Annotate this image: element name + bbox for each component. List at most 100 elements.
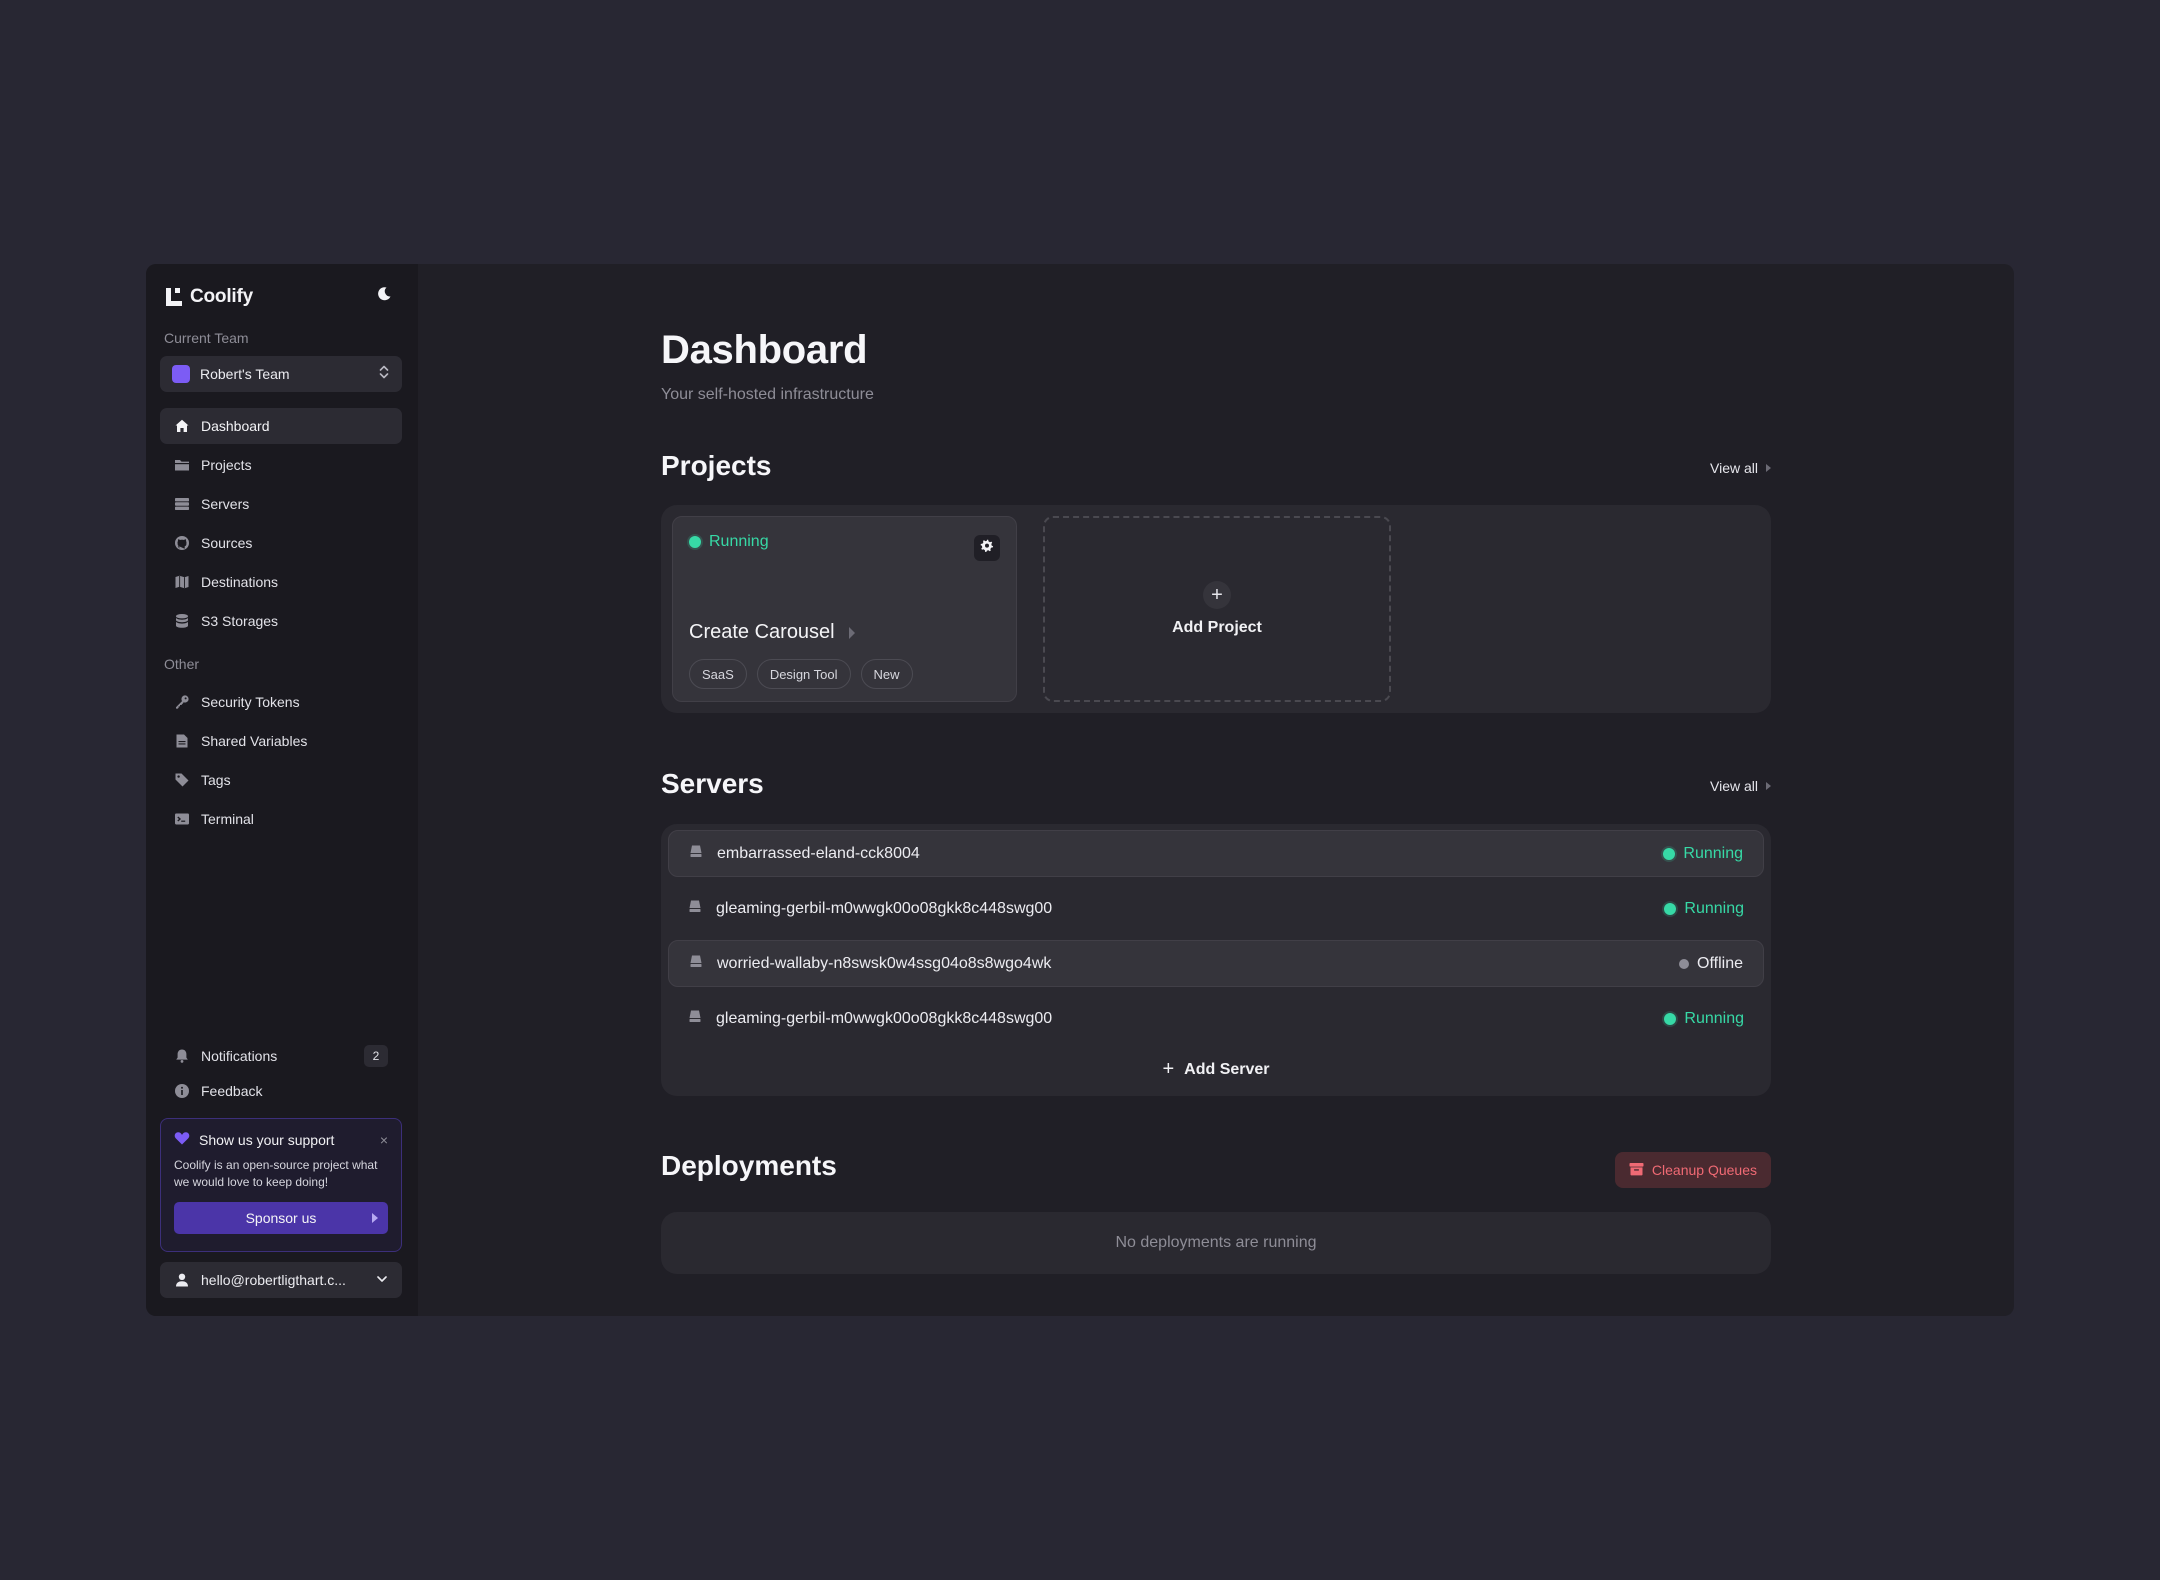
sidebar-item-tags[interactable]: Tags xyxy=(160,762,402,798)
server-row[interactable]: gleaming-gerbil-m0wwgk00o08gkk8c448swg00… xyxy=(668,885,1764,932)
theme-toggle-button[interactable] xyxy=(370,282,398,310)
sidebar-item-label: Terminal xyxy=(201,811,254,827)
notifications-count-badge: 2 xyxy=(364,1045,388,1067)
caret-right-icon xyxy=(1766,782,1771,790)
sidebar-item-label: Servers xyxy=(201,496,250,512)
servers-section-title: Servers xyxy=(661,768,764,799)
project-tag[interactable]: New xyxy=(860,659,913,689)
add-server-button[interactable]: + Add Server xyxy=(661,1058,1771,1081)
caret-right-icon xyxy=(1766,464,1771,472)
sidebar-item-label: Feedback xyxy=(201,1083,263,1099)
sidebar-item-label: Shared Variables xyxy=(201,733,308,749)
bell-icon xyxy=(174,1048,190,1064)
project-status: Running xyxy=(689,533,769,551)
sidebar: Coolify Current Team Robert's Team Dashb… xyxy=(146,264,418,1316)
sponsor-button[interactable]: Sponsor us xyxy=(174,1202,388,1234)
sidebar-item-s3-storages[interactable]: S3 Storages xyxy=(160,603,402,639)
brand[interactable]: Coolify xyxy=(166,286,253,308)
team-name: Robert's Team xyxy=(200,366,290,382)
sidebar-item-notifications[interactable]: Notifications 2 xyxy=(160,1038,402,1074)
page-subtitle: Your self-hosted infrastructure xyxy=(661,386,874,403)
add-project-button[interactable]: + Add Project xyxy=(1043,516,1391,702)
sidebar-item-servers[interactable]: Servers xyxy=(160,486,402,522)
info-icon xyxy=(174,1083,190,1099)
map-icon xyxy=(174,574,190,590)
gear-icon xyxy=(980,539,994,558)
server-status-label: Running xyxy=(1683,844,1743,862)
server-status: Running xyxy=(1664,1010,1744,1028)
server-row[interactable]: embarrassed-eland-cck8004 Running xyxy=(668,830,1764,877)
server-row[interactable]: worried-wallaby-n8swsk0w4ssg04o8s8wgo4wk… xyxy=(668,940,1764,987)
sidebar-item-destinations[interactable]: Destinations xyxy=(160,564,402,600)
status-dot-icon xyxy=(1663,847,1676,860)
caret-right-icon xyxy=(372,1213,378,1223)
folder-icon xyxy=(174,457,190,473)
bottom-nav: Notifications 2 Feedback xyxy=(160,1038,402,1112)
server-icon xyxy=(689,954,703,973)
project-name-label: Create Carousel xyxy=(689,621,835,643)
current-team-label: Current Team xyxy=(164,330,249,346)
app-window: Coolify Current Team Robert's Team Dashb… xyxy=(146,264,2014,1316)
plus-icon: + xyxy=(1162,1058,1175,1080)
sidebar-item-projects[interactable]: Projects xyxy=(160,447,402,483)
moon-icon xyxy=(376,286,392,307)
support-title: Show us your support xyxy=(199,1131,335,1148)
server-icon xyxy=(688,1009,702,1028)
status-dot-icon xyxy=(689,536,701,548)
servers-panel: embarrassed-eland-cck8004 Running gleami… xyxy=(661,824,1771,1096)
view-all-label: View all xyxy=(1710,460,1758,476)
project-name[interactable]: Create Carousel xyxy=(689,621,855,644)
project-settings-button[interactable] xyxy=(974,535,1000,561)
server-status-label: Running xyxy=(1684,899,1744,917)
file-icon xyxy=(174,733,190,749)
project-card[interactable]: Running Create Carousel SaaS Design Tool… xyxy=(672,516,1017,702)
server-row[interactable]: gleaming-gerbil-m0wwgk00o08gkk8c448swg00… xyxy=(668,995,1764,1042)
sidebar-item-label: Security Tokens xyxy=(201,694,300,710)
server-icon xyxy=(174,496,190,512)
chevron-up-down-icon xyxy=(378,364,390,385)
sidebar-item-sources[interactable]: Sources xyxy=(160,525,402,561)
project-tag[interactable]: Design Tool xyxy=(756,659,851,689)
add-project-label: Add Project xyxy=(1172,619,1262,636)
status-dot-icon xyxy=(1664,902,1677,915)
server-name: gleaming-gerbil-m0wwgk00o08gkk8c448swg00 xyxy=(716,1009,1053,1027)
server-status: Offline xyxy=(1679,955,1743,973)
project-tags: SaaS Design Tool New xyxy=(689,659,913,689)
database-icon xyxy=(174,613,190,629)
sidebar-item-terminal[interactable]: Terminal xyxy=(160,801,402,837)
server-status-label: Offline xyxy=(1697,954,1743,972)
team-selector[interactable]: Robert's Team xyxy=(160,356,402,392)
server-icon xyxy=(689,844,703,863)
project-status-label: Running xyxy=(709,533,769,550)
server-status: Running xyxy=(1664,900,1744,918)
plus-icon: + xyxy=(1203,581,1231,609)
add-server-label: Add Server xyxy=(1184,1060,1270,1078)
heart-icon xyxy=(174,1131,190,1148)
sidebar-item-dashboard[interactable]: Dashboard xyxy=(160,408,402,444)
sidebar-item-shared-variables[interactable]: Shared Variables xyxy=(160,723,402,759)
archive-icon xyxy=(1629,1162,1644,1179)
user-menu[interactable]: hello@robertligthart.c... xyxy=(160,1262,402,1298)
projects-panel: Running Create Carousel SaaS Design Tool… xyxy=(661,505,1771,713)
projects-view-all-link[interactable]: View all xyxy=(1710,460,1771,476)
close-icon[interactable]: × xyxy=(380,1132,388,1148)
server-status-label: Running xyxy=(1684,1009,1744,1027)
team-color-swatch xyxy=(172,365,190,383)
deployments-empty-state: No deployments are running xyxy=(661,1212,1771,1274)
cleanup-queues-button[interactable]: Cleanup Queues xyxy=(1614,1152,1771,1188)
deployments-section-title: Deployments xyxy=(661,1150,837,1181)
main-nav: Dashboard Projects Servers Sources Desti… xyxy=(160,408,402,642)
app-name: Coolify xyxy=(190,286,253,307)
sidebar-item-label: Notifications xyxy=(201,1048,278,1064)
sidebar-item-security-tokens[interactable]: Security Tokens xyxy=(160,684,402,720)
servers-view-all-link[interactable]: View all xyxy=(1710,778,1771,794)
other-nav: Security Tokens Shared Variables Tags Te… xyxy=(160,684,402,840)
caret-right-icon xyxy=(848,626,855,639)
server-name: embarrassed-eland-cck8004 xyxy=(717,844,920,862)
github-icon xyxy=(174,535,190,551)
other-section-label: Other xyxy=(164,656,200,672)
project-tag[interactable]: SaaS xyxy=(689,659,747,689)
sidebar-item-feedback[interactable]: Feedback xyxy=(160,1073,402,1109)
key-icon xyxy=(174,694,190,710)
coolify-logo-icon xyxy=(166,288,182,306)
